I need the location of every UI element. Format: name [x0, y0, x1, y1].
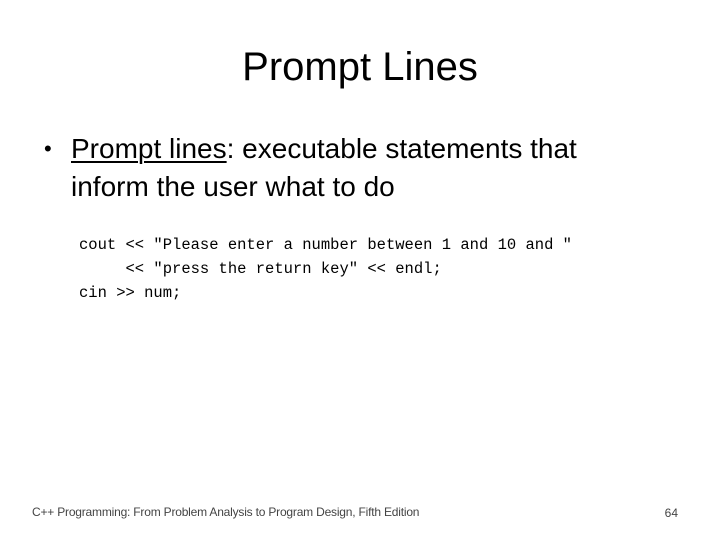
footer-text: C++ Programming: From Problem Analysis t…: [32, 505, 420, 519]
bullet-term: Prompt lines: [71, 133, 227, 164]
code-line: cout << "Please enter a number between 1…: [79, 236, 572, 254]
bullet-text: Prompt lines: executable statements that…: [71, 130, 671, 206]
bullet-definition-line2: inform the user what to do: [71, 171, 395, 202]
bullet-definition-line1: executable statements that: [234, 133, 577, 164]
slide-title: Prompt Lines: [242, 45, 478, 89]
page-number: 64: [664, 506, 678, 520]
code-line: << "press the return key" << endl;: [79, 260, 442, 278]
bullet-dot-icon: •: [44, 136, 52, 161]
code-line: cin >> num;: [79, 284, 182, 302]
code-block: cout << "Please enter a number between 1…: [79, 233, 572, 305]
